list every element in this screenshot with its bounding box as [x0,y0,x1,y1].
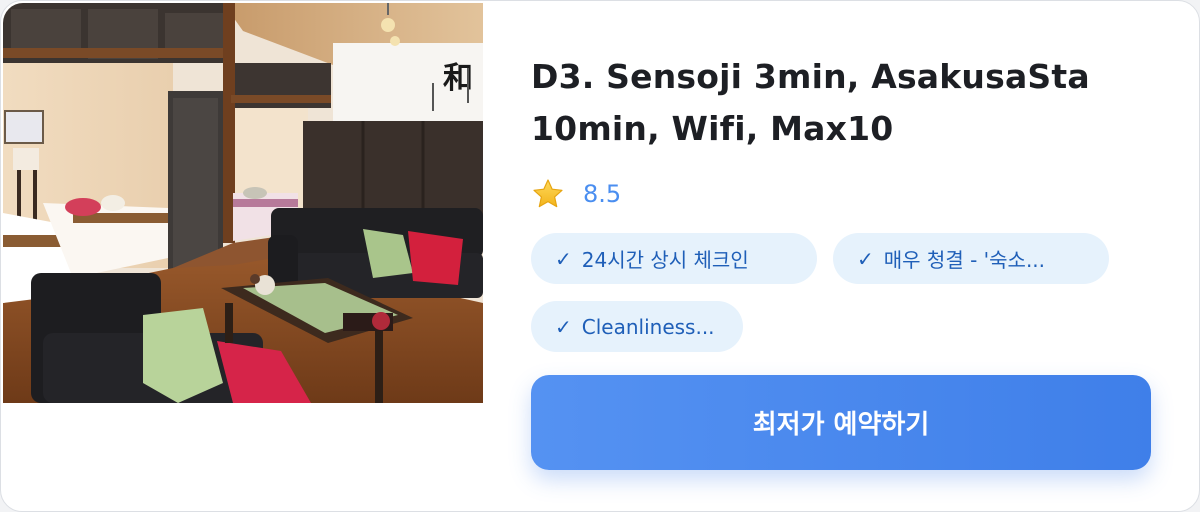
feature-tag-label: 24시간 상시 체크인 [581,248,749,272]
listing-photo[interactable]: 和 [3,3,483,403]
listing-title-line2: 10min, Wifi, Max10 [531,109,894,148]
feature-tag-label: Cleanliness... [581,314,715,339]
feature-tags: ✓ 24시간 상시 체크인 ✓ 매우 청결 - '숙소... ✓ Cleanli… [531,233,1131,352]
listing-title-line1: D3. Sensoji 3min, AsakusaSta [531,57,1090,96]
listing-info: D3. Sensoji 3min, AsakusaSta 10min, Wifi… [531,51,1151,352]
feature-tag-cleanliness[interactable]: ✓ Cleanliness... [531,301,743,352]
check-icon: ✓ [555,314,572,339]
feature-tag-clean[interactable]: ✓ 매우 청결 - '숙소... [833,233,1109,284]
listing-title[interactable]: D3. Sensoji 3min, AsakusaSta 10min, Wifi… [531,51,1151,155]
feature-tag-label: 매우 청결 - '숙소... [883,248,1046,272]
feature-tag-checkin[interactable]: ✓ 24시간 상시 체크인 [531,233,817,284]
listing-card[interactable]: 和 D3. Sensoji 3min, AsakusaSta 10min, Wi… [0,0,1200,512]
check-icon: ✓ [857,246,874,271]
rating: 8.5 [531,177,1151,211]
star-icon [533,179,563,208]
rating-value: 8.5 [583,180,622,208]
book-lowest-price-button[interactable]: 최저가 예약하기 [531,375,1151,470]
check-icon: ✓ [555,246,572,271]
